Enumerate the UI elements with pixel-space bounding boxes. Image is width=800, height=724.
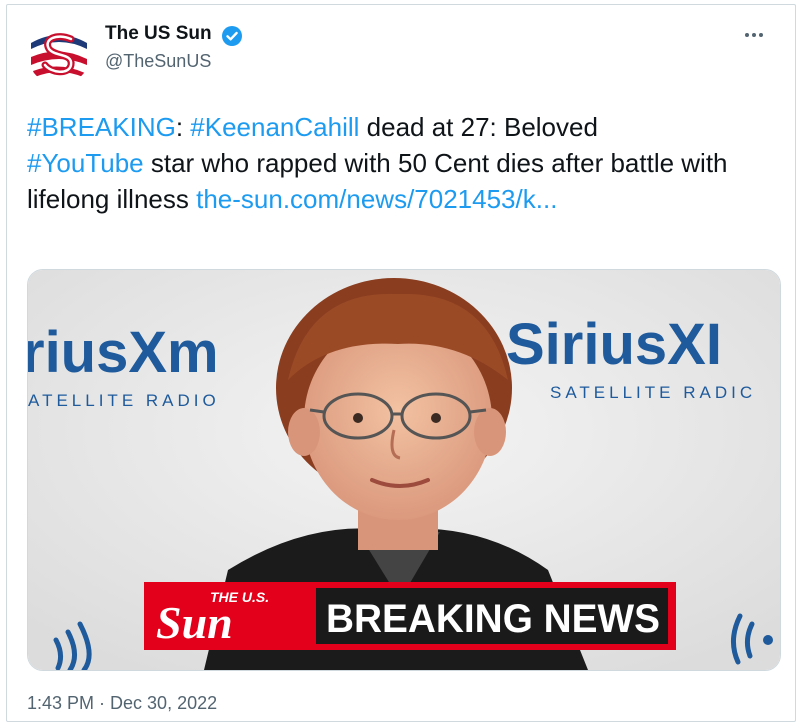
backdrop-logo-right: SiriusXI	[506, 312, 722, 377]
article-link[interactable]: the-sun.com/news/7021453/k...	[196, 184, 557, 214]
hashtag-keenancahill[interactable]: #KeenanCahill	[190, 112, 359, 142]
breaking-news-banner: THE U.S. Sun BREAKING NEWS	[144, 582, 676, 650]
tweet-media-image[interactable]: riusXm ATELLITE RADIO SiriusXI SATELLITE…	[27, 269, 781, 671]
tweet-text: #BREAKING: #KeenanCahill dead at 27: Bel…	[27, 109, 747, 217]
hashtag-breaking[interactable]: #BREAKING	[27, 112, 176, 142]
backdrop-sub-left: ATELLITE RADIO	[28, 391, 220, 410]
banner-brand: Sun	[156, 597, 233, 648]
tweet-text-segment: dead at 27: Beloved	[359, 112, 598, 142]
tweet-timestamp[interactable]: 1:43 PM · Dec 30, 2022	[27, 693, 217, 714]
verified-badge-icon	[222, 26, 242, 46]
author-handle[interactable]: @TheSunUS	[105, 51, 211, 72]
banner-text: BREAKING NEWS	[326, 597, 660, 641]
author-avatar[interactable]	[27, 21, 91, 85]
tweet-card[interactable]: The US Sun @TheSunUS #BREAKING: #KeenanC…	[6, 4, 796, 722]
media-photo: riusXm ATELLITE RADIO SiriusXI SATELLITE…	[28, 270, 780, 670]
tweet-text-segment: :	[175, 112, 191, 142]
backdrop-logo-left: riusXm	[28, 320, 219, 385]
more-options-icon[interactable]	[745, 25, 769, 45]
hashtag-youtube[interactable]: #YouTube	[27, 148, 144, 178]
author-name[interactable]: The US Sun	[105, 23, 212, 45]
the-us-sun-logo-icon	[27, 21, 91, 85]
backdrop-sub-right: SATELLITE RADIC	[550, 383, 756, 402]
